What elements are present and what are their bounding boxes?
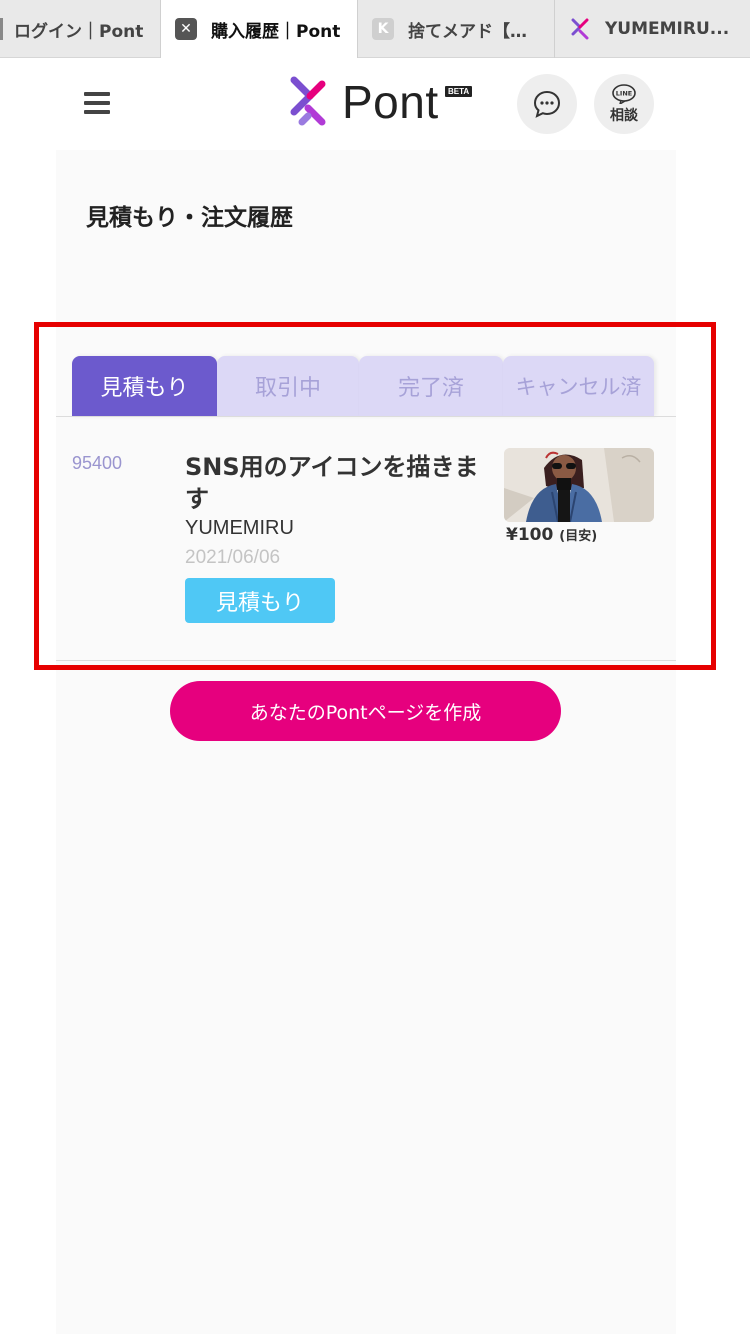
order-title[interactable]: SNS用のアイコンを描きます (185, 451, 485, 515)
tab-edge-divider (0, 18, 3, 40)
status-badge: 見積もり (185, 578, 335, 623)
line-consult-button[interactable]: LINE 相談 (594, 74, 654, 134)
pont-logo[interactable]: Pont BETA (288, 74, 473, 130)
order-price: ¥100 (目安) (506, 525, 597, 545)
browser-tab-title: ログイン｜Pont (14, 21, 144, 42)
hamburger-menu-icon[interactable] (84, 92, 110, 114)
order-date: 2021/06/06 (185, 547, 281, 568)
browser-tab-title: YUMEMIRU... (605, 19, 730, 39)
order-list-item[interactable]: 95400 SNS用のアイコンを描きます YUMEMIRU 2021/06/06… (56, 417, 676, 660)
status-tabs: 見積もり 取引中 完了済 キャンセル済 (72, 356, 654, 416)
create-pont-page-button[interactable]: あなたのPontページを作成 (170, 681, 561, 741)
chat-bubble-icon (533, 90, 561, 118)
order-thumbnail-image[interactable] (504, 448, 654, 522)
order-id: 95400 (72, 453, 123, 473)
browser-tab-yumemiru[interactable]: YUMEMIRU... (555, 0, 750, 58)
line-consult-label: 相談 (610, 107, 638, 124)
seller-name: YUMEMIRU (185, 517, 294, 539)
browser-tab-purchase-history[interactable]: ✕ 購入履歴｜Pont (161, 0, 358, 58)
price-value: ¥100 (506, 525, 554, 545)
site-header: Pont BETA LINE 相談 (0, 58, 750, 150)
message-button[interactable] (517, 74, 577, 134)
browser-tab-strip: ログイン｜Pont ✕ 購入履歴｜Pont K 捨てメアド【… YUMEMIRU… (0, 0, 750, 58)
browser-tab-login[interactable]: ログイン｜Pont (0, 0, 161, 58)
line-icon: LINE (612, 83, 636, 104)
tab-completed[interactable]: 完了済 (359, 356, 503, 416)
line-icon-text: LINE (616, 89, 632, 97)
page-title: 見積もり・注文履歴 (86, 205, 293, 231)
row-divider (56, 660, 676, 661)
tab-estimate[interactable]: 見積もり (72, 356, 217, 416)
tab-in-progress[interactable]: 取引中 (217, 356, 359, 416)
pont-favicon-icon (569, 18, 591, 40)
browser-tab-title: 購入履歴｜Pont (211, 21, 341, 42)
main-content: 見積もり・注文履歴 (56, 150, 676, 1334)
pont-logo-mark-icon (290, 76, 326, 126)
k-favicon-icon: K (372, 18, 394, 40)
price-note: (目安) (559, 529, 598, 544)
close-icon[interactable]: ✕ (175, 18, 197, 40)
beta-badge: BETA (445, 86, 473, 97)
tab-cancelled[interactable]: キャンセル済 (503, 356, 654, 416)
logo-text: Pont (342, 76, 439, 128)
browser-tab-title: 捨てメアド【… (408, 21, 527, 42)
browser-tab-temp-mail[interactable]: K 捨てメアド【… (358, 0, 555, 58)
